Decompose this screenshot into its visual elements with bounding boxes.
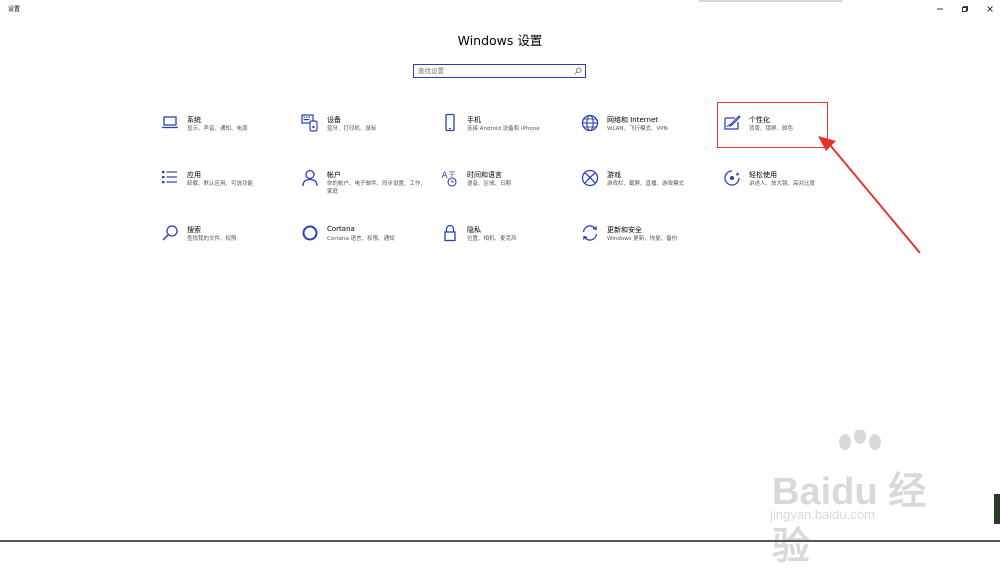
scrollbar-thumb[interactable] (994, 494, 1000, 524)
watermark-url: jingyan.baidu.com (770, 507, 875, 522)
baidu-watermark: Baidu 经验 jingyan.baidu.com (760, 430, 960, 568)
